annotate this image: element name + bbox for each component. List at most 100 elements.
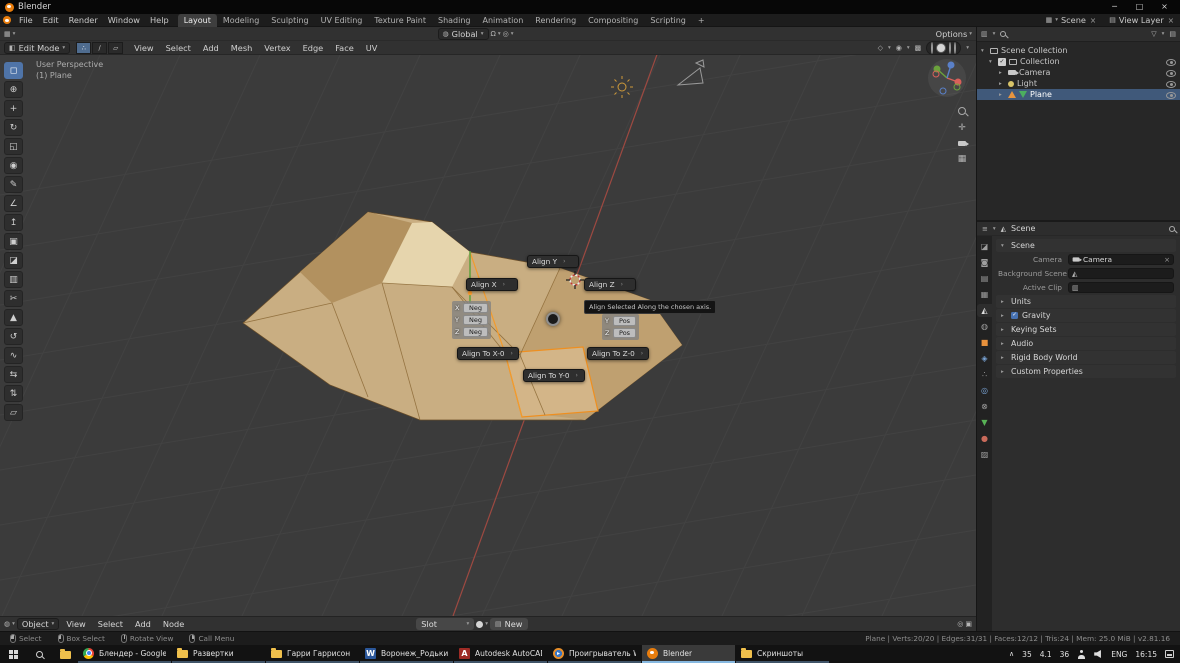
tray-indicator-2[interactable]: 4.1 (1040, 650, 1052, 659)
menu-uv[interactable]: UV (361, 43, 383, 53)
menu-add[interactable]: Add (198, 43, 224, 53)
filter-funnel-icon[interactable]: ▽ (1151, 30, 1156, 38)
menu-edit[interactable]: Edit (38, 14, 64, 27)
shading-wireframe-button[interactable] (931, 43, 933, 53)
workspace-tab-uv-editing[interactable]: UV Editing (315, 14, 369, 27)
tab-output-properties[interactable]: ▤ (977, 272, 992, 285)
expand-icon[interactable]: ▾ (989, 59, 995, 65)
menu-view[interactable]: View (129, 43, 158, 53)
tool-annotate-button[interactable]: ✎ (4, 176, 23, 193)
workspace-tab-scripting[interactable]: Scripting (644, 14, 692, 27)
minimize-button[interactable]: ─ (1104, 0, 1125, 14)
notification-center-icon[interactable] (1165, 650, 1174, 658)
pos-z-button[interactable]: Pos (613, 328, 636, 338)
menu-mesh[interactable]: Mesh (226, 43, 258, 53)
tab-render-properties[interactable]: ◙ (977, 256, 992, 269)
tab-view-layer-properties[interactable]: ▦ (977, 288, 992, 301)
tray-indicator-1[interactable]: 35 (1022, 650, 1032, 659)
new-material-button[interactable]: ▤ New (490, 618, 527, 630)
language-indicator[interactable]: ENG (1111, 650, 1127, 659)
tool-knife-button[interactable]: ✂ (4, 290, 23, 307)
clock[interactable]: 16:15 (1135, 650, 1157, 659)
taskbar-app-razvertki[interactable]: Развертки (172, 645, 265, 663)
panel-scene[interactable]: ▾ Scene (996, 239, 1176, 252)
shading-rendered-button[interactable] (954, 43, 956, 53)
blender-menu-icon[interactable] (3, 16, 11, 24)
show-overlays-icon[interactable]: ◉ (896, 44, 902, 52)
tab-object-data-properties[interactable]: ▼ (977, 416, 992, 429)
tab-object-properties[interactable]: ■ (977, 336, 992, 349)
tool-smooth-button[interactable]: ∿ (4, 347, 23, 364)
panel-audio[interactable]: ▸ Audio (996, 337, 1176, 350)
menu-vertex[interactable]: Vertex (259, 43, 295, 53)
view-layer-icon[interactable]: ▤ (1109, 16, 1116, 24)
tab-tool-properties[interactable]: ◪ (977, 240, 992, 253)
tab-particle-properties[interactable]: ∴ (977, 368, 992, 381)
taskbar-app-media-player[interactable]: ▸ Проигрыватель Win... (548, 645, 641, 663)
options-caret[interactable]: ▾ (969, 31, 972, 37)
visibility-eye-icon[interactable] (1166, 57, 1176, 67)
panel-custom-properties[interactable]: ▸ Custom Properties (996, 365, 1176, 378)
align-to-y0-button[interactable]: Align To Y-0› (523, 369, 585, 382)
align-z-button[interactable]: Align Z› (584, 278, 636, 291)
scene-dropdown-caret[interactable]: ▾ (1055, 17, 1058, 23)
workspace-tab-layout[interactable]: Layout (178, 14, 217, 27)
shader-menu-select[interactable]: Select (93, 619, 128, 629)
align-to-z0-button[interactable]: Align To Z-0› (587, 347, 649, 360)
shading-material-button[interactable] (949, 43, 951, 53)
scene-camera-field[interactable]: Camera × (1068, 254, 1174, 265)
xray-toggle-icon[interactable]: ▩ (915, 44, 922, 52)
shader-type-dropdown[interactable]: Object ▾ (17, 618, 59, 630)
shader-menu-add[interactable]: Add (130, 619, 156, 629)
workspace-tab-animation[interactable]: Animation (477, 14, 530, 27)
tab-physics-properties[interactable]: ◎ (977, 384, 992, 397)
taskbar-app-word-doc[interactable]: W Воронеж_Родькин_В... (360, 645, 453, 663)
menu-file[interactable]: File (14, 14, 38, 27)
taskbar-app-screenshots[interactable]: Скриншоты (736, 645, 829, 663)
overlays-caret[interactable]: ▾ (907, 45, 910, 51)
taskbar-app-chrome[interactable]: Блендер - Google Ch... (78, 645, 171, 663)
tool-inset-faces-button[interactable]: ▣ (4, 233, 23, 250)
collection-checkbox[interactable]: ✓ (998, 58, 1006, 66)
editor-type-caret[interactable]: ▾ (13, 31, 16, 37)
outliner-row-plane[interactable]: ▸ Plane (977, 89, 1180, 100)
zoom-icon[interactable] (958, 107, 966, 115)
scene-icon[interactable]: ▦ (1046, 16, 1053, 24)
editor-type-properties-icon[interactable]: ≡ (982, 225, 988, 233)
menu-window[interactable]: Window (103, 14, 145, 27)
menu-edge[interactable]: Edge (298, 43, 329, 53)
workspace-tab-rendering[interactable]: Rendering (529, 14, 582, 27)
tool-measure-button[interactable]: ∠ (4, 195, 23, 212)
taskbar-app-blender[interactable]: Blender (642, 645, 735, 663)
expand-icon[interactable]: ▾ (981, 48, 987, 54)
menu-render[interactable]: Render (64, 14, 103, 27)
shader-menu-view[interactable]: View (61, 619, 90, 629)
navigation-gizmo[interactable] (928, 59, 966, 97)
menu-help[interactable]: Help (145, 14, 174, 27)
tool-select-box-button[interactable]: ◻ (4, 62, 23, 79)
editor-type-3d-viewport-icon[interactable]: ▦ (4, 30, 11, 38)
clear-camera-icon[interactable]: × (1164, 256, 1170, 264)
camera-view-icon[interactable] (958, 141, 966, 146)
tab-world-properties[interactable]: ◍ (977, 320, 992, 333)
tray-indicator-3[interactable]: 36 (1060, 650, 1070, 659)
pos-y-button[interactable]: Pos (613, 316, 636, 326)
gizmo-caret[interactable]: ▾ (888, 45, 891, 51)
material-sphere-icon[interactable] (476, 621, 483, 628)
close-button[interactable]: × (1154, 0, 1175, 14)
tool-transform-button[interactable]: ◉ (4, 157, 23, 174)
tool-shear-button[interactable]: ▱ (4, 404, 23, 421)
visibility-eye-icon[interactable] (1166, 79, 1176, 89)
editor-type-shader-icon[interactable]: ◍ (4, 620, 10, 628)
tab-constraint-properties[interactable]: ⊗ (977, 400, 992, 413)
pin-icon[interactable]: ▣ (965, 620, 972, 628)
outliner-type-caret[interactable]: ▾ (993, 31, 996, 37)
panel-units[interactable]: ▸ Units (996, 295, 1176, 308)
menu-face[interactable]: Face (330, 43, 359, 53)
material-slot-dropdown[interactable]: Slot▾ (416, 618, 474, 630)
workspace-tab-modeling[interactable]: Modeling (217, 14, 265, 27)
view-layer-unlink-icon[interactable]: × (1167, 16, 1175, 25)
panel-splitter[interactable] (977, 220, 1180, 222)
snap-magnet-icon[interactable]: Ω (491, 30, 496, 38)
tool-edge-slide-button[interactable]: ⇆ (4, 366, 23, 383)
